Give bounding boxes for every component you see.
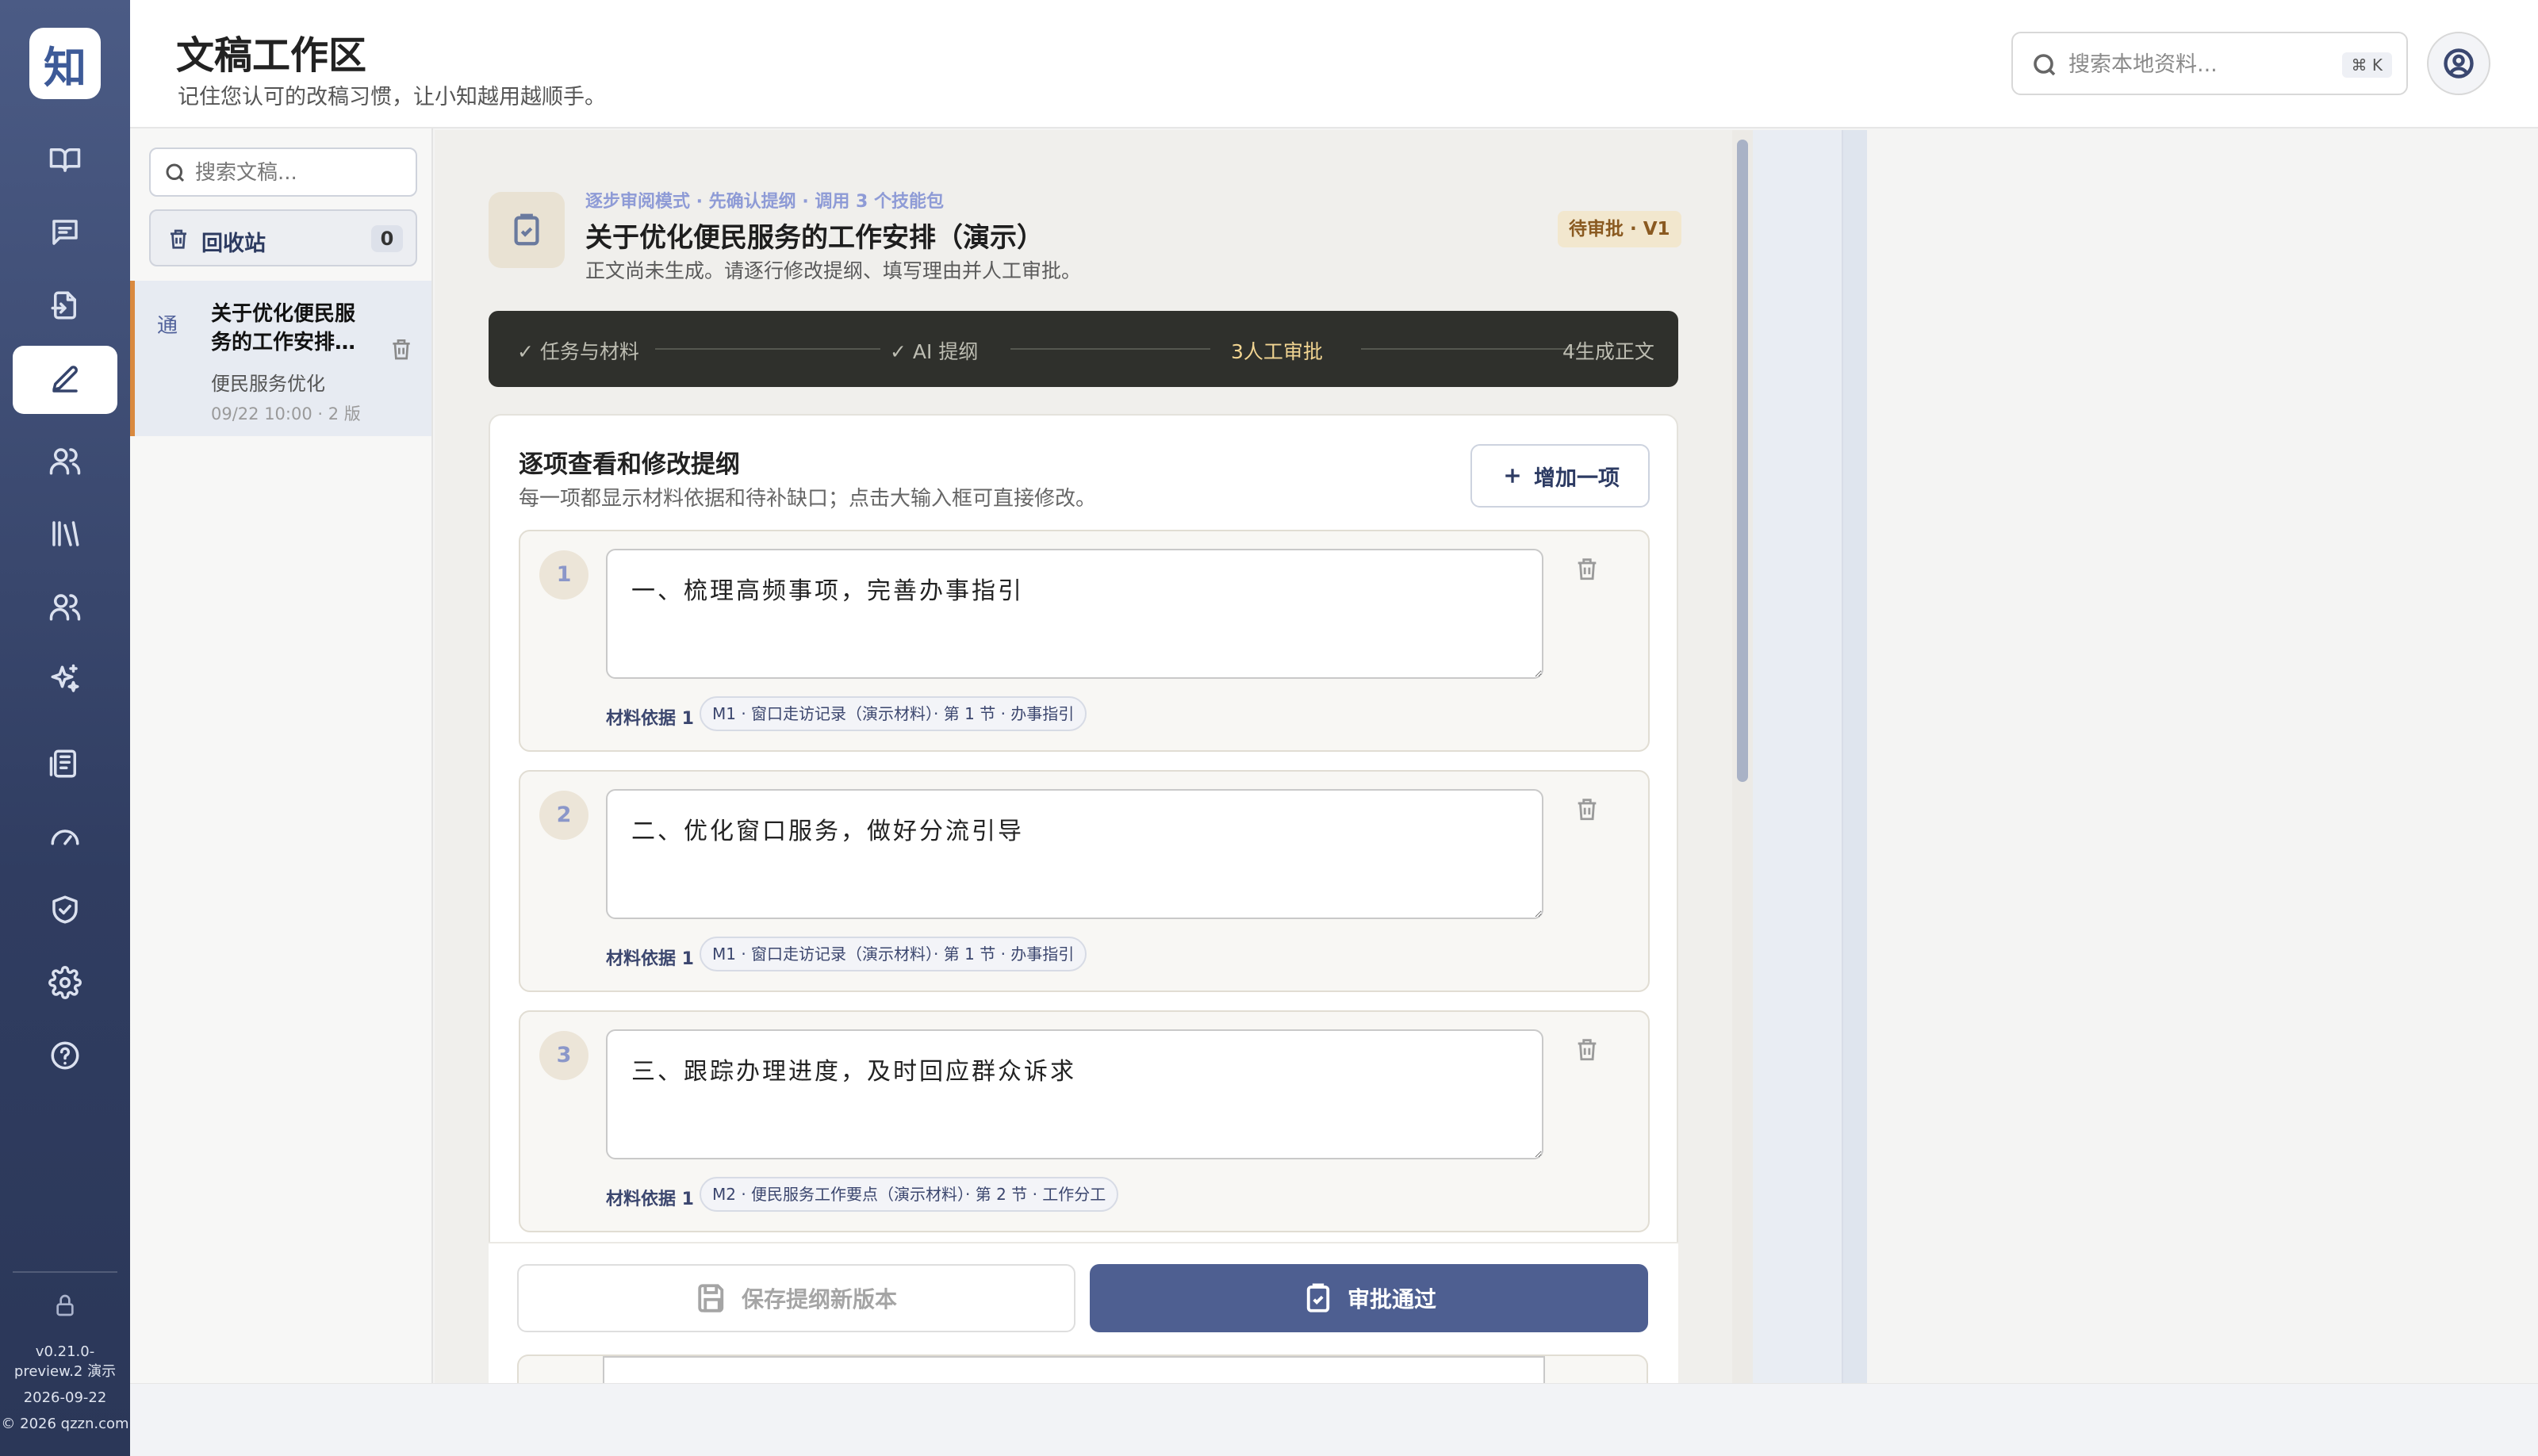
recycle-bin-count: 0 xyxy=(371,225,403,252)
source-chip[interactable]: M2 · 便民服务工作要点（演示材料）· 第 2 节 · 工作分工 xyxy=(700,1177,1119,1212)
main-scrollbar-thumb[interactable] xyxy=(1737,140,1748,782)
nav-documents-icon[interactable] xyxy=(13,730,117,798)
outline-title: 逐项查看和修改提纲 xyxy=(519,450,740,479)
outline-subtitle: 每一项都显示材料依据和待补缺口；点击大输入框可直接修改。 xyxy=(519,487,1097,511)
doc-item-title: 关于优化便民服 务的工作安排… xyxy=(211,302,356,354)
doc-search-box[interactable] xyxy=(149,148,417,197)
workflow-stepper: ✓ 任务与材料 ✓ AI 提纲 3人工审批 4生成正文 xyxy=(489,311,1678,387)
page-title: 文稿工作区 xyxy=(176,33,367,78)
top-header: 文稿工作区 记住您认可的改稿习惯，让小知越用越顺手。 ⌘ K xyxy=(130,0,2538,128)
recycle-bin-label: 回收站 xyxy=(201,232,266,256)
add-item-button[interactable]: 增加一项 xyxy=(1470,444,1650,508)
review-mode-line: 逐步审阅模式 · 先确认提纲 · 调用 3 个技能包 xyxy=(585,192,944,212)
nav-rail: 知 v0.21.0- preview.2 演示 2026-09-22 © 202… xyxy=(0,0,130,1456)
step-connector xyxy=(1010,348,1210,350)
doc-type-mark: 通 xyxy=(157,314,178,338)
outline-editor-card: 逐项查看和修改提纲 每一项都显示材料依据和待补缺口；点击大输入框可直接修改。 增… xyxy=(489,414,1678,1383)
doc-search-input[interactable] xyxy=(195,157,409,189)
nav-settings-gear-icon[interactable] xyxy=(13,948,117,1017)
status-badge: 待审批 · V1 xyxy=(1558,211,1681,247)
source-chip[interactable]: M1 · 窗口走访记录（演示材料）· 第 1 节 · 办事指引 xyxy=(700,937,1087,971)
trash-icon xyxy=(167,227,190,251)
approve-label: 审批通过 xyxy=(1347,1286,1436,1312)
outline-item: 1 材料依据 1 M1 · 窗口走访记录（演示材料）· 第 1 节 · 办事指引 xyxy=(519,530,1650,752)
outline-item-number: 1 xyxy=(539,550,588,600)
nav-help-icon[interactable] xyxy=(13,1021,117,1090)
step-connector xyxy=(655,348,880,350)
copyright: © 2026 qzzn.com xyxy=(1,1416,129,1432)
delete-item-trash-icon[interactable] xyxy=(1574,1036,1601,1063)
nav-import-doc-icon[interactable] xyxy=(13,271,117,339)
clipboard-check-icon xyxy=(489,192,565,268)
source-label: 材料依据 1 xyxy=(606,1190,694,1209)
version-line: v0.21.0- xyxy=(35,1343,95,1360)
delete-item-trash-icon[interactable] xyxy=(1574,555,1601,582)
nav-team-icon[interactable] xyxy=(13,573,117,641)
nav-dashboard-gauge-icon[interactable] xyxy=(13,803,117,871)
recycle-bin-button[interactable]: 回收站 0 xyxy=(149,209,417,266)
source-label: 材料依据 1 xyxy=(606,949,694,969)
bottom-band xyxy=(130,1383,2538,1456)
user-avatar-button[interactable] xyxy=(2427,32,2490,95)
step-generate-body[interactable]: 4生成正文 xyxy=(1562,336,1654,365)
save-outline-label: 保存提纲新版本 xyxy=(741,1286,897,1312)
outline-item-input[interactable] xyxy=(606,1029,1543,1159)
clipboard-check-icon xyxy=(1306,1283,1330,1312)
draft-workspace: 逐步审阅模式 · 先确认提纲 · 调用 3 个技能包 关于优化便民服务的工作安排… xyxy=(435,130,1732,1383)
step-ai-outline[interactable]: ✓ AI 提纲 xyxy=(890,336,978,365)
sticky-action-bar: 保存提纲新版本 审批通过 xyxy=(489,1242,1678,1383)
rail-divider xyxy=(13,1271,117,1273)
nav-security-shield-icon[interactable] xyxy=(13,876,117,944)
side-panel-strip xyxy=(1753,130,1867,1383)
search-icon xyxy=(163,161,187,185)
nav-library-icon[interactable] xyxy=(13,500,117,568)
outline-item: 2 材料依据 1 M1 · 窗口走访记录（演示材料）· 第 1 节 · 办事指引 xyxy=(519,770,1650,992)
step-manual-approval[interactable]: 3人工审批 xyxy=(1231,336,1323,365)
source-chip[interactable]: M1 · 窗口走访记录（演示材料）· 第 1 节 · 办事指引 xyxy=(700,696,1087,731)
version-line: preview.2 演示 xyxy=(13,1363,117,1380)
next-outline-item-peek xyxy=(517,1354,1648,1383)
lock-icon[interactable] xyxy=(52,1293,78,1318)
document-title: 关于优化便民服务的工作安排（演示） xyxy=(585,222,1044,254)
save-outline-version-button[interactable]: 保存提纲新版本 xyxy=(517,1264,1075,1332)
doc-item-category: 便民服务优化 xyxy=(211,373,325,395)
plus-icon xyxy=(1505,469,1520,483)
outline-item: 3 材料依据 1 M2 · 便民服务工作要点（演示材料）· 第 2 节 · 工作… xyxy=(519,1010,1650,1232)
approve-button[interactable]: 审批通过 xyxy=(1090,1264,1648,1332)
nav-chat-icon[interactable] xyxy=(13,198,117,266)
page-subtitle: 记住您认可的改稿习惯，让小知越用越顺手。 xyxy=(178,85,606,109)
delete-doc-trash-icon[interactable] xyxy=(389,336,414,362)
add-item-label: 增加一项 xyxy=(1534,466,1620,491)
nav-users-icon[interactable] xyxy=(13,427,117,495)
version-date: 2026-09-22 xyxy=(23,1389,107,1406)
source-label: 材料依据 1 xyxy=(606,709,694,729)
document-subtitle: 正文尚未生成。请逐行修改提纲、填写理由并人工审批。 xyxy=(585,259,1082,282)
doc-list-item[interactable]: 通 关于优化便民服 务的工作安排… 便民服务优化 09/22 10:00 · 2… xyxy=(130,281,431,436)
global-search-box[interactable]: ⌘ K xyxy=(2011,32,2408,95)
outline-item-input[interactable] xyxy=(606,549,1543,679)
version-info: v0.21.0- preview.2 演示 2026-09-22 © 2026 … xyxy=(0,1342,130,1434)
nav-knowledge-icon[interactable] xyxy=(13,125,117,193)
nav-ai-sparkle-icon[interactable] xyxy=(13,646,117,714)
global-search-input[interactable] xyxy=(2068,46,2330,82)
delete-item-trash-icon[interactable] xyxy=(1574,795,1601,822)
shortcut-hint: ⌘ K xyxy=(2341,52,2392,78)
save-disk-icon xyxy=(698,1284,724,1312)
outline-item-input[interactable] xyxy=(606,789,1543,919)
step-connector xyxy=(1361,348,1575,350)
step-task-materials[interactable]: ✓ 任务与材料 xyxy=(517,336,639,365)
document-list-panel: 回收站 0 通 关于优化便民服 务的工作安排… 便民服务优化 09/22 10:… xyxy=(130,128,433,1383)
nav-writing-icon[interactable] xyxy=(13,346,117,414)
outline-item-number: 2 xyxy=(539,791,588,840)
search-icon xyxy=(2030,51,2059,79)
user-circle-icon xyxy=(2444,48,2474,79)
outline-item-number: 3 xyxy=(539,1031,588,1080)
app-logo[interactable]: 知 xyxy=(29,28,101,99)
doc-item-meta: 09/22 10:00 · 2 版 xyxy=(211,404,361,423)
